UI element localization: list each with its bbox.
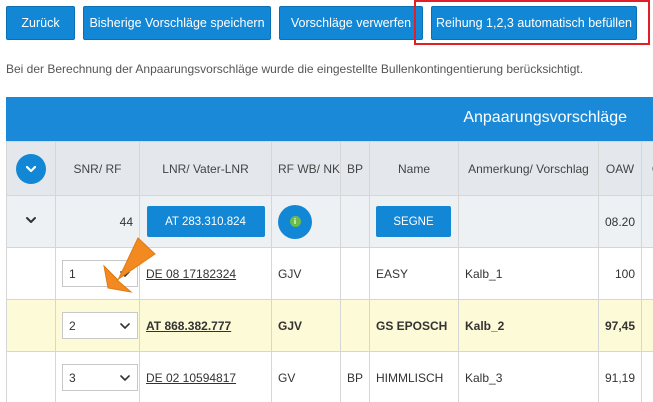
parent-lnr-button[interactable]: AT 283.310.824 bbox=[146, 206, 265, 237]
suggestions-grid: Anpaarungsvorschläge SNR/ RF LNR/ Vater-… bbox=[6, 97, 653, 402]
parent-note bbox=[458, 195, 599, 248]
row-spacer bbox=[6, 247, 56, 300]
back-button[interactable]: Zurück bbox=[6, 6, 75, 40]
collapse-cell[interactable] bbox=[6, 195, 56, 248]
info-button[interactable]: i bbox=[278, 204, 312, 239]
rf-cell: GJV bbox=[271, 247, 341, 300]
name-cell: HIMMLISCH bbox=[369, 351, 459, 402]
chevron-down-icon bbox=[120, 270, 130, 277]
note-cell: Kalb_1 bbox=[458, 247, 599, 300]
expand-all-button[interactable] bbox=[16, 153, 46, 184]
table-row: 3 DE 02 10594817 GV BP HIMMLISCH Kalb_3 … bbox=[6, 351, 653, 402]
g-cell bbox=[641, 247, 653, 300]
table-row: 1 DE 08 17182324 GJV EASY Kalb_1 100 bbox=[6, 247, 653, 300]
note-cell: Kalb_2 bbox=[458, 299, 599, 352]
table-row-highlighted: 2 AT 868.382.777 GJV GS EPOSCH Kalb_2 97… bbox=[6, 299, 653, 352]
parent-name-cell: SEGNE bbox=[369, 195, 459, 248]
row-spacer bbox=[6, 351, 56, 402]
col-header-rf[interactable]: RF WB/ NK bbox=[271, 141, 341, 196]
g-cell bbox=[641, 351, 653, 402]
expand-all-cell bbox=[6, 141, 56, 196]
callout-highlight-box bbox=[414, 0, 650, 45]
rank-cell: 1 bbox=[55, 247, 140, 300]
info-icon: i bbox=[289, 216, 301, 227]
name-cell: EASY bbox=[369, 247, 459, 300]
rank-value: 1 bbox=[69, 266, 76, 281]
bp-cell bbox=[340, 247, 370, 300]
col-header-g[interactable]: G bbox=[641, 141, 653, 196]
oaw-cell: 97,45 bbox=[598, 299, 642, 352]
discard-suggestions-button[interactable]: Vorschläge verwerfen bbox=[279, 6, 423, 40]
rf-cell: GJV bbox=[271, 299, 341, 352]
grid-title: Anpaarungsvorschläge bbox=[463, 109, 627, 126]
toolbar: Zurück Bisherige Vorschläge speichern Vo… bbox=[0, 0, 653, 48]
chevron-down-icon[interactable] bbox=[25, 214, 37, 226]
lnr-link[interactable]: AT 868.382.777 bbox=[146, 319, 231, 333]
rank-value: 2 bbox=[69, 318, 76, 333]
save-suggestions-button[interactable]: Bisherige Vorschläge speichern bbox=[83, 6, 271, 40]
lnr-cell: AT 868.382.777 bbox=[139, 299, 272, 352]
chevron-down-icon bbox=[25, 165, 37, 172]
col-header-name[interactable]: Name bbox=[369, 141, 459, 196]
parent-oaw: 08.20 bbox=[598, 195, 642, 248]
col-header-oaw[interactable]: OAW bbox=[598, 141, 642, 196]
note-cell: Kalb_3 bbox=[458, 351, 599, 402]
bp-cell bbox=[340, 299, 370, 352]
row-spacer bbox=[6, 299, 56, 352]
lnr-cell: DE 08 17182324 bbox=[139, 247, 272, 300]
parent-bp bbox=[340, 195, 370, 248]
suggestions-table: SNR/ RF LNR/ Vater-LNR RF WB/ NK BP Name… bbox=[6, 141, 653, 402]
parent-lnr-cell: AT 283.310.824 bbox=[139, 195, 272, 248]
chevron-down-icon bbox=[120, 374, 130, 381]
oaw-cell: 100 bbox=[598, 247, 642, 300]
parent-snr: 44 bbox=[55, 195, 140, 248]
rank-select[interactable]: 1 bbox=[62, 260, 138, 287]
parent-info-cell: i bbox=[271, 195, 341, 248]
g-cell bbox=[641, 299, 653, 352]
col-header-lnr[interactable]: LNR/ Vater-LNR bbox=[139, 141, 272, 196]
chevron-down-icon bbox=[120, 322, 130, 329]
bp-cell: BP bbox=[340, 351, 370, 402]
oaw-cell: 91,19 bbox=[598, 351, 642, 402]
rank-value: 3 bbox=[69, 370, 76, 385]
grid-title-bar: Anpaarungsvorschläge bbox=[6, 97, 653, 141]
rank-cell: 3 bbox=[55, 351, 140, 402]
col-header-snr[interactable]: SNR/ RF bbox=[55, 141, 140, 196]
parent-row: 44 AT 283.310.824 i SEGNE 08.20 bbox=[6, 195, 653, 248]
rank-select[interactable]: 3 bbox=[62, 364, 138, 391]
name-cell: GS EPOSCH bbox=[369, 299, 459, 352]
lnr-cell: DE 02 10594817 bbox=[139, 351, 272, 402]
table-header-row: SNR/ RF LNR/ Vater-LNR RF WB/ NK BP Name… bbox=[6, 141, 653, 196]
col-header-note[interactable]: Anmerkung/ Vorschlag bbox=[458, 141, 599, 196]
lnr-link[interactable]: DE 02 10594817 bbox=[146, 371, 236, 385]
parent-name-button[interactable]: SEGNE bbox=[376, 206, 451, 237]
info-text: Bei der Berechnung der Anpaarungsvorschl… bbox=[6, 62, 584, 76]
lnr-link[interactable]: DE 08 17182324 bbox=[146, 267, 236, 281]
col-header-bp[interactable]: BP bbox=[340, 141, 370, 196]
rank-cell: 2 bbox=[55, 299, 140, 352]
rank-select[interactable]: 2 bbox=[62, 312, 138, 339]
rf-cell: GV bbox=[271, 351, 341, 402]
parent-g bbox=[641, 195, 653, 248]
